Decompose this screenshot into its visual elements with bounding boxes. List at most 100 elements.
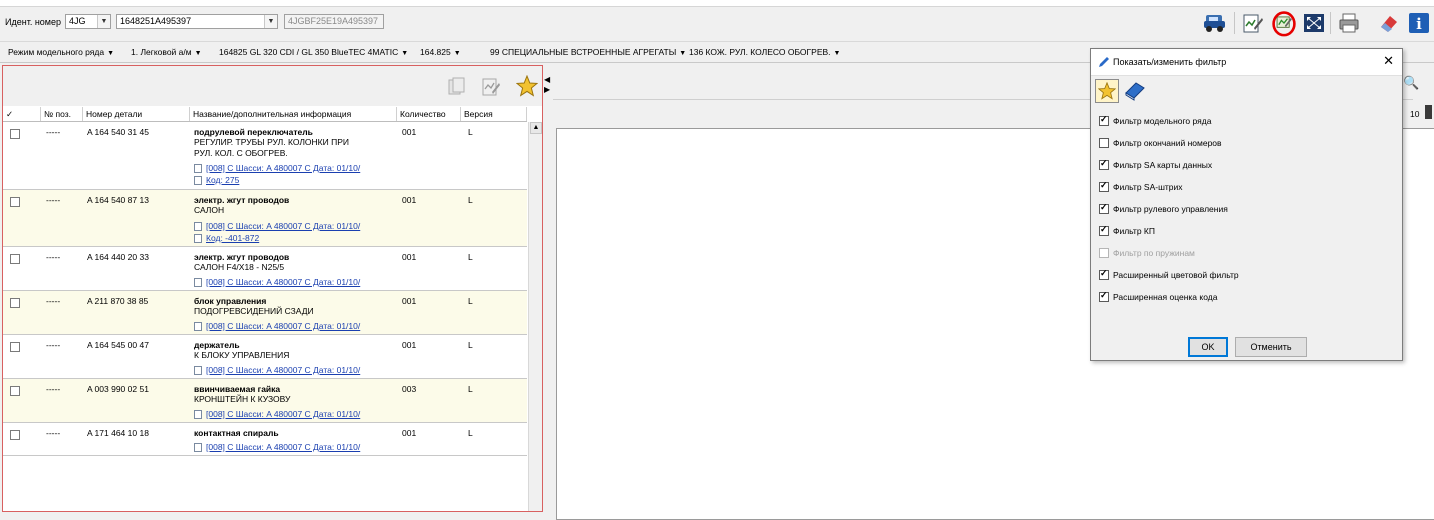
row-quantity: 001 <box>402 252 417 262</box>
copy-document-icon[interactable] <box>444 74 470 100</box>
filter-model-range[interactable]: Фильтр модельного ряда <box>1099 114 1211 127</box>
filter-dialog: Показать/изменить фильтр ✕ Фильтр модель… <box>1090 48 1403 361</box>
crumb-model[interactable]: 164825 GL 320 CDI / GL 350 BlueTEC 4MATI… <box>219 47 408 57</box>
col-check[interactable]: ✓ <box>3 107 41 121</box>
chevron-down-icon: ▼ <box>833 50 841 57</box>
row-name: электр. жгут проводов <box>194 252 290 262</box>
parts-table-header: ✓ № поз. Номер детали Название/дополните… <box>3 107 527 122</box>
row-name: контактная спираль <box>194 428 279 438</box>
table-row[interactable]: ----- A 164 545 00 47 держатель К БЛОКУ … <box>3 335 527 379</box>
ident-prefix-value: 4JG <box>69 16 86 26</box>
vehicle-service-icon[interactable] <box>1202 10 1228 36</box>
table-row[interactable]: ----- A 164 540 31 45 подрулевой переклю… <box>3 122 527 190</box>
checkbox[interactable] <box>1099 114 1109 126</box>
filter-gearbox[interactable]: Фильтр КП <box>1099 224 1155 237</box>
row-name-cell: блок управления ПОДОГРЕВСИДЕНИЙ СЗАДИ [0… <box>194 296 360 332</box>
ident-label: Идент. номер <box>5 17 61 27</box>
full-vin-field[interactable]: 4JGBF25E19A495397 <box>284 14 384 29</box>
checkbox[interactable] <box>1099 158 1109 170</box>
filter-settings-icon[interactable] <box>1271 10 1297 37</box>
checkbox[interactable] <box>1099 290 1109 302</box>
close-icon[interactable]: ✕ <box>1383 54 1394 67</box>
col-version[interactable]: Версия <box>461 107 527 121</box>
table-row[interactable]: ----- A 164 540 87 13 электр. жгут прово… <box>3 190 527 247</box>
filter-steering[interactable]: Фильтр рулевого управления <box>1099 202 1228 215</box>
document-icon <box>194 163 202 173</box>
row-chassis-link[interactable]: [008] С Шасси: A 480007 С Дата: 01/10/ <box>194 320 360 332</box>
ident-prefix-select[interactable]: 4JG ▼ <box>65 14 111 29</box>
favorites-filter-button[interactable] <box>1095 79 1119 103</box>
parts-table-scrollbar[interactable]: ▲ <box>528 122 542 511</box>
top-toolbar: Идент. номер 4JG ▼ 1648251A495397 ▼ 4JGB… <box>0 7 1434 39</box>
vin-select[interactable]: 1648251A495397 ▼ <box>116 14 278 29</box>
crumb-vehicle-type[interactable]: 1. Легковой а/м ▼ <box>131 47 202 57</box>
crumb-subgroup[interactable]: 136 КОЖ. РУЛ. КОЛЕСО ОБОГРЕВ. ▼ <box>689 47 840 57</box>
row-checkbox[interactable] <box>10 129 20 139</box>
filter-extended-color[interactable]: Расширенный цветовой фильтр <box>1099 268 1239 281</box>
print-icon[interactable] <box>1336 10 1362 36</box>
row-desc: К БЛОКУ УПРАВЛЕНИЯ <box>194 350 290 360</box>
col-position[interactable]: № поз. <box>41 107 83 121</box>
crumb-mode[interactable]: Режим модельного ряда ▼ <box>8 47 114 57</box>
filter-sa-strich[interactable]: Фильтр SA-штрих <box>1099 180 1183 193</box>
panel-splitter[interactable]: ◀ ▶ <box>543 65 553 512</box>
document-icon <box>194 321 202 331</box>
ok-button[interactable]: OK <box>1188 337 1228 357</box>
row-name: подрулевой переключатель <box>194 127 313 137</box>
scroll-up-icon[interactable]: ▲ <box>530 122 542 134</box>
col-quantity[interactable]: Количество <box>397 107 461 121</box>
row-checkbox[interactable] <box>10 298 20 308</box>
filter-number-endings[interactable]: Фильтр окончаний номеров <box>1099 137 1222 149</box>
row-desc: РУЛ. КОЛ. С ОБОГРЕВ. <box>194 148 288 158</box>
row-name-cell: электр. жгут проводов САЛОН F4/X18 - N25… <box>194 252 360 288</box>
favorite-star-icon[interactable] <box>514 73 540 99</box>
row-desc: ПОДОГРЕВСИДЕНИЙ СЗАДИ <box>194 306 314 316</box>
page-nav-handle[interactable] <box>1425 105 1432 119</box>
col-name[interactable]: Название/дополнительная информация <box>190 107 397 121</box>
row-checkbox[interactable] <box>10 197 20 207</box>
expand-right-icon[interactable]: ▶ <box>544 85 550 94</box>
edit-list-icon[interactable] <box>478 74 504 100</box>
row-version: L <box>468 252 473 262</box>
parts-panel: ✓ № поз. Номер детали Название/дополните… <box>2 65 543 512</box>
zoom-in-icon[interactable]: 🔍 <box>1403 75 1419 91</box>
table-row[interactable]: ----- A 211 870 38 85 блок управления ПО… <box>3 291 527 335</box>
chevron-down-icon: ▼ <box>679 50 687 57</box>
cancel-button[interactable]: Отменить <box>1235 337 1307 357</box>
collapse-left-icon[interactable]: ◀ <box>544 75 550 84</box>
row-checkbox[interactable] <box>10 254 20 264</box>
chevron-down-icon: ▼ <box>401 50 409 57</box>
checkbox[interactable] <box>1099 180 1109 192</box>
info-icon[interactable]: i <box>1406 10 1432 36</box>
eraser-icon[interactable] <box>1376 10 1402 36</box>
row-chassis-link[interactable]: [008] С Шасси: A 480007 С Дата: 01/10/ <box>194 441 360 453</box>
table-row[interactable]: ----- A 171 464 10 18 контактная спираль… <box>3 423 527 456</box>
filter-extended-code[interactable]: Расширенная оценка кода <box>1099 290 1217 303</box>
row-chassis-link[interactable]: [008] С Шасси: A 480007 С Дата: 01/10/ <box>194 276 360 288</box>
checkbox[interactable] <box>1099 202 1109 214</box>
filter-sa-data-card[interactable]: Фильтр SA карты данных <box>1099 158 1212 171</box>
row-version: L <box>468 340 473 350</box>
row-chassis-link[interactable]: [008] С Шасси: A 480007 С Дата: 01/10/ <box>194 162 360 174</box>
table-row[interactable]: ----- A 003 990 02 51 ввинчиваемая гайка… <box>3 379 527 423</box>
edit-document-icon[interactable] <box>1240 10 1266 36</box>
page-number: 10 <box>1410 109 1420 119</box>
row-chassis-link[interactable]: [008] С Шасси: A 480007 С Дата: 01/10/ <box>194 408 360 420</box>
row-code-link[interactable]: Код: 275 <box>194 174 360 186</box>
row-code-link[interactable]: Код: -401-872 <box>194 232 360 244</box>
row-position: ----- <box>46 296 61 306</box>
table-row[interactable]: ----- A 164 440 20 33 электр. жгут прово… <box>3 247 527 291</box>
crumb-group[interactable]: 99 СПЕЦИАЛЬНЫЕ ВСТРОЕННЫЕ АГРЕГАТЫ ▼ <box>490 47 686 57</box>
catalog-book-button[interactable] <box>1123 79 1147 103</box>
row-checkbox[interactable] <box>10 386 20 396</box>
checkbox[interactable] <box>1099 268 1109 280</box>
row-chassis-link[interactable]: [008] С Шасси: A 480007 С Дата: 01/10/ <box>194 364 360 376</box>
row-checkbox[interactable] <box>10 430 20 440</box>
col-part-number[interactable]: Номер детали <box>83 107 190 121</box>
checkbox[interactable] <box>1099 138 1109 148</box>
row-checkbox[interactable] <box>10 342 20 352</box>
checkbox[interactable] <box>1099 224 1109 236</box>
row-chassis-link[interactable]: [008] С Шасси: A 480007 С Дата: 01/10/ <box>194 220 360 232</box>
crumb-model-code[interactable]: 164.825 ▼ <box>420 47 461 57</box>
fullscreen-icon[interactable] <box>1301 10 1327 36</box>
